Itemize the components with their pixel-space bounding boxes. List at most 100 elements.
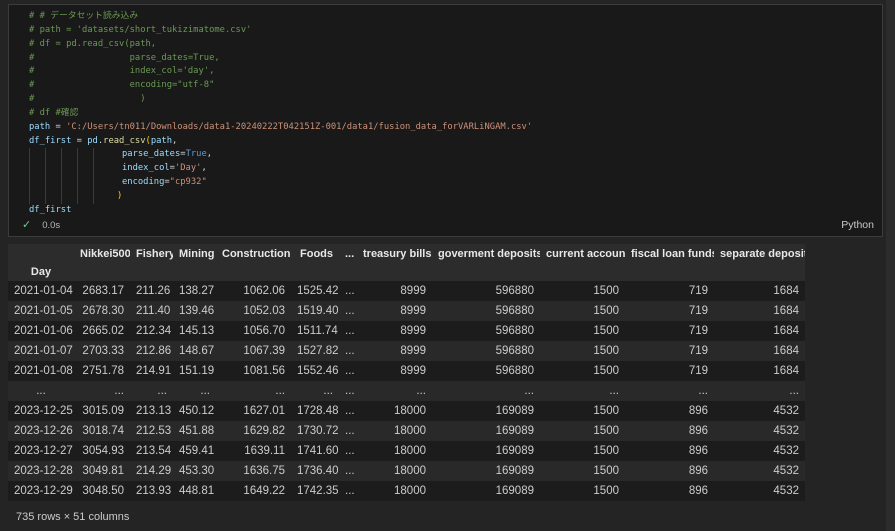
code-cell: # # データセット読み込み# path = 'datasets/short_t… (8, 4, 883, 237)
table-cell: 719 (625, 301, 714, 321)
table-cell: 213.54 (130, 441, 173, 461)
table-cell: ... (339, 381, 357, 401)
table-cell: 3049.81 (74, 461, 130, 481)
table-cell: 1500 (540, 421, 625, 441)
indent-guide (45, 148, 46, 162)
table-cell: 3015.09 (74, 401, 130, 421)
table-cell: 169089 (432, 421, 540, 441)
table-cell: ... (714, 381, 805, 401)
code-line: # df #確認 (29, 107, 876, 121)
indent-guide (45, 190, 46, 204)
table-cell: 1500 (540, 461, 625, 481)
indent-guide (93, 190, 94, 204)
table-cell: 1527.82 (291, 341, 339, 361)
table-cell: 4532 (714, 421, 805, 441)
indent-guide (29, 162, 30, 176)
table-cell: 1519.40 (291, 301, 339, 321)
code-line: path = 'C:/Users/tn011/Downloads/data1-2… (29, 121, 876, 135)
code-line: # index_col='day', (29, 65, 876, 79)
row-index: ... (8, 381, 74, 401)
column-header: goverment deposits (432, 244, 540, 263)
table-cell: 451.88 (173, 421, 216, 441)
table-cell: 169089 (432, 401, 540, 421)
column-header: Construction (216, 244, 291, 263)
row-index: 2021-01-05 (8, 301, 74, 321)
empty-header-cell (432, 263, 540, 281)
indent-guide (29, 148, 30, 162)
table-cell: ... (339, 461, 357, 481)
code-editor[interactable]: # # データセット読み込み# path = 'datasets/short_t… (9, 5, 882, 218)
code-line: ) (29, 190, 876, 204)
table-cell: ... (130, 381, 173, 401)
table-cell: 1500 (540, 401, 625, 421)
table-cell: 211.26 (130, 281, 173, 301)
table-cell: 214.29 (130, 461, 173, 481)
table-cell: 151.19 (173, 361, 216, 381)
table-cell: 18000 (357, 461, 432, 481)
table-row: 2023-12-283049.81214.29453.301636.751736… (8, 461, 805, 481)
table-cell: 596880 (432, 301, 540, 321)
table-cell: 3048.50 (74, 481, 130, 501)
table-cell: 1500 (540, 321, 625, 341)
table-cell: ... (291, 381, 339, 401)
table-cell: 4532 (714, 461, 805, 481)
table-cell: 169089 (432, 461, 540, 481)
table-cell: 145.13 (173, 321, 216, 341)
table-cell: 596880 (432, 321, 540, 341)
code-line: # ) (29, 93, 876, 107)
table-cell: 1742.35 (291, 481, 339, 501)
table-cell: 1684 (714, 281, 805, 301)
row-index: 2023-12-28 (8, 461, 74, 481)
row-index: 2023-12-25 (8, 401, 74, 421)
table-row: .................................... (8, 381, 805, 401)
table-cell: 596880 (432, 281, 540, 301)
empty-header-cell (291, 263, 339, 281)
table-cell: 1500 (540, 441, 625, 461)
table-cell: 1552.46 (291, 361, 339, 381)
column-header: Fishery (130, 244, 173, 263)
indent-guide (61, 148, 62, 162)
table-row: 2023-12-253015.09213.13450.121627.011728… (8, 401, 805, 421)
empty-header-cell (74, 263, 130, 281)
empty-header-cell (625, 263, 714, 281)
table-cell: 1741.60 (291, 441, 339, 461)
indent-guide (61, 162, 62, 176)
cell-language-label[interactable]: Python (841, 219, 874, 231)
table-cell: 4532 (714, 481, 805, 501)
empty-header-cell (339, 263, 357, 281)
row-index: 2023-12-27 (8, 441, 74, 461)
indent-guide (93, 176, 94, 190)
table-cell: ... (339, 421, 357, 441)
indent-guide (77, 190, 78, 204)
table-cell: 138.27 (173, 281, 216, 301)
table-cell: 1649.22 (216, 481, 291, 501)
table-cell: ... (74, 381, 130, 401)
table-cell: 169089 (432, 441, 540, 461)
table-cell: 1081.56 (216, 361, 291, 381)
table-cell: 148.67 (173, 341, 216, 361)
table-cell: 18000 (357, 401, 432, 421)
indent-guide (61, 190, 62, 204)
table-cell: ... (339, 401, 357, 421)
column-header: Mining (173, 244, 216, 263)
indent-guide (93, 162, 94, 176)
table-cell: 896 (625, 441, 714, 461)
dataframe-table: Nikkei500FisheryMiningConstructionFoods.… (8, 244, 805, 501)
indent-guide (29, 176, 30, 190)
table-cell: 1500 (540, 301, 625, 321)
indent-guide (61, 176, 62, 190)
table-cell: 1736.40 (291, 461, 339, 481)
table-cell: 8999 (357, 361, 432, 381)
table-cell: 2678.30 (74, 301, 130, 321)
execution-status: ✓ 0.0s (22, 220, 60, 231)
column-header: current account (540, 244, 625, 263)
table-cell: 2751.78 (74, 361, 130, 381)
table-cell: 4532 (714, 441, 805, 461)
table-cell: 18000 (357, 481, 432, 501)
table-cell: ... (339, 441, 357, 461)
table-cell: ... (216, 381, 291, 401)
dataframe-shape: 735 rows × 51 columns (8, 501, 888, 523)
scrollbar[interactable] (886, 0, 895, 531)
row-index: 2023-12-26 (8, 421, 74, 441)
table-cell: 1511.74 (291, 321, 339, 341)
